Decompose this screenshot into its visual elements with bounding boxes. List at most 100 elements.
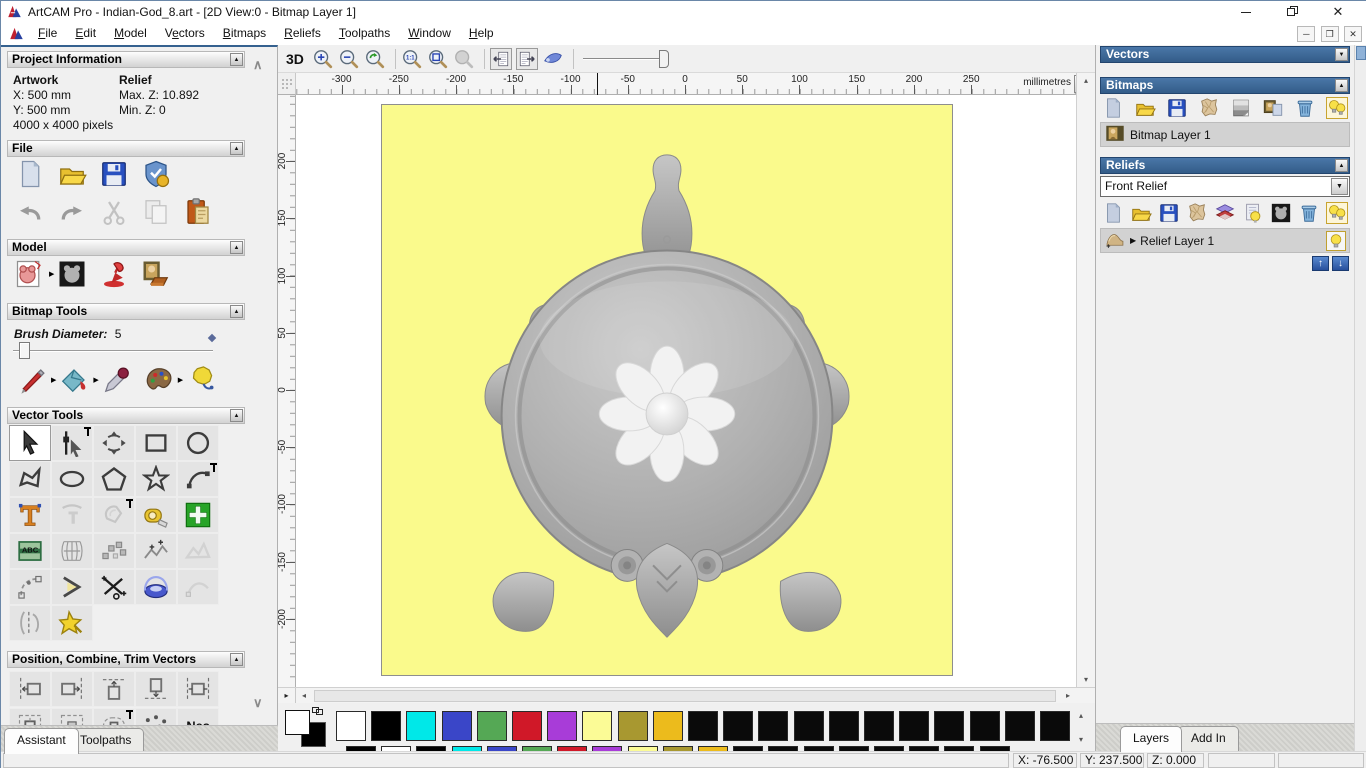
- join-vectors-tool[interactable]: [177, 533, 219, 569]
- reliefs-header[interactable]: Reliefs ▲: [1100, 157, 1350, 174]
- menu-reliefs[interactable]: Reliefs: [275, 23, 330, 44]
- align-left-tool[interactable]: [9, 671, 51, 707]
- envelope-distort-tool[interactable]: [51, 533, 93, 569]
- create-arc-tool[interactable]: [177, 461, 219, 497]
- undo-icon[interactable]: [15, 197, 45, 227]
- layer-stack-icon[interactable]: [1214, 202, 1236, 224]
- 2d-view-canvas[interactable]: [296, 95, 1077, 687]
- tab-layers[interactable]: Layers: [1120, 726, 1183, 752]
- align-top-tool[interactable]: [93, 671, 135, 707]
- menu-help[interactable]: Help: [460, 23, 503, 44]
- move-layer-up-button[interactable]: ↑: [1312, 256, 1329, 271]
- menu-file[interactable]: File: [29, 23, 66, 44]
- rollup-icon[interactable]: ▲: [230, 305, 243, 318]
- dropdown-arrow-icon[interactable]: ▼: [1331, 178, 1348, 195]
- rollup-icon[interactable]: ▲: [1335, 79, 1348, 92]
- zoom-objects-icon[interactable]: [427, 48, 449, 70]
- copy-icon[interactable]: [141, 197, 171, 227]
- section-vector-tools[interactable]: Vector Tools ▲: [7, 407, 245, 424]
- new-page-icon[interactable]: [1102, 97, 1124, 119]
- palette-swatch[interactable]: [476, 711, 507, 741]
- palette-swatch[interactable]: [864, 711, 894, 741]
- fillet-tool[interactable]: [135, 533, 177, 569]
- brush-slider-handle[interactable]: [19, 342, 30, 359]
- minimize-button[interactable]: [1229, 1, 1263, 23]
- page-prev-icon[interactable]: [489, 47, 512, 70]
- zoom-slider-handle[interactable]: [658, 49, 669, 68]
- align-centre-tool[interactable]: [177, 671, 219, 707]
- palette-swatch[interactable]: [828, 711, 859, 741]
- rollup-icon[interactable]: ▲: [230, 53, 243, 66]
- offset-vector-tool[interactable]: [93, 497, 135, 533]
- rollup-icon[interactable]: ▲: [230, 142, 243, 155]
- primary-secondary-colours[interactable]: [284, 707, 330, 749]
- layer-visibility-button[interactable]: [1326, 230, 1346, 251]
- close-button[interactable]: ✕: [1321, 1, 1355, 23]
- palette-swatch[interactable]: [1040, 711, 1070, 741]
- expand-icon[interactable]: ▼: [1335, 48, 1348, 61]
- section-bitmap-tools[interactable]: Bitmap Tools ▲: [7, 303, 245, 320]
- palette-swatch[interactable]: [652, 711, 683, 741]
- save-file-icon[interactable]: [1158, 202, 1180, 224]
- create-circle-tool[interactable]: [177, 425, 219, 461]
- palette-swatch[interactable]: [934, 711, 965, 741]
- paint-brush-icon[interactable]: [17, 365, 47, 395]
- palette-swatch[interactable]: [441, 711, 472, 741]
- create-polyline-tool[interactable]: [9, 461, 51, 497]
- palette-swatch[interactable]: [723, 711, 754, 741]
- zoom-out-icon[interactable]: [338, 48, 360, 70]
- palette-swatch[interactable]: [371, 711, 402, 741]
- palette-scroll-up-icon[interactable]: ▴: [1079, 711, 1083, 720]
- menu-edit[interactable]: Edit: [66, 23, 105, 44]
- bulb-page-icon[interactable]: [1242, 202, 1264, 224]
- palette-swatch[interactable]: [969, 711, 1000, 741]
- measure-tool[interactable]: [135, 497, 177, 533]
- menu-vectors[interactable]: Vectors: [156, 23, 214, 44]
- paste-vector-tool[interactable]: [177, 497, 219, 533]
- panel-scroll-up-icon[interactable]: ∧: [253, 57, 263, 73]
- reduce-colours-icon[interactable]: [186, 365, 216, 395]
- link-colours-icon[interactable]: [312, 707, 324, 716]
- align-right-tool[interactable]: [51, 671, 93, 707]
- wrap-text-tool[interactable]: [51, 497, 93, 533]
- palette-swatch[interactable]: [1004, 711, 1035, 741]
- spin-tool-tool[interactable]: [135, 569, 177, 605]
- cut-icon[interactable]: [99, 197, 129, 227]
- palette-icon[interactable]: [144, 365, 174, 395]
- restore-button[interactable]: [1275, 1, 1309, 23]
- menu-model[interactable]: Model: [105, 23, 156, 44]
- create-polygon-tool[interactable]: [93, 461, 135, 497]
- zoom-1to1-icon[interactable]: 1:1: [401, 48, 423, 70]
- primary-colour-swatch[interactable]: [285, 710, 310, 735]
- bulbs-icon[interactable]: [1326, 202, 1348, 224]
- new-file-icon[interactable]: [15, 159, 45, 189]
- flyout-arrow-icon[interactable]: ▶: [178, 376, 183, 384]
- hscroll-thumb[interactable]: [314, 690, 1056, 702]
- bitmaps-header[interactable]: Bitmaps ▲: [1100, 77, 1350, 94]
- create-text-tool[interactable]: [9, 497, 51, 533]
- palette-swatch[interactable]: [547, 711, 578, 741]
- zoom-last-icon[interactable]: [364, 48, 386, 70]
- vectors-header[interactable]: Vectors ▼: [1100, 46, 1350, 63]
- flyout-diamond-icon[interactable]: [207, 333, 217, 343]
- select-tool[interactable]: [9, 425, 51, 461]
- palette-swatch[interactable]: [617, 711, 648, 741]
- artwork-area[interactable]: [381, 104, 953, 676]
- menu-bitmaps[interactable]: Bitmaps: [214, 23, 275, 44]
- save-file-icon[interactable]: [1166, 97, 1188, 119]
- palette-swatch[interactable]: [758, 711, 789, 741]
- ruler-corner[interactable]: [278, 73, 296, 95]
- texture-relief-icon[interactable]: [141, 259, 171, 289]
- flyout-arrow-icon[interactable]: ▶: [93, 376, 98, 384]
- mdi-close-button[interactable]: ✕: [1344, 26, 1362, 42]
- free-curve-tool[interactable]: [177, 569, 219, 605]
- redo-icon[interactable]: [57, 197, 87, 227]
- create-ellipse-tool[interactable]: [51, 461, 93, 497]
- crumple-icon[interactable]: [1186, 202, 1208, 224]
- create-rectangle-tool[interactable]: [135, 425, 177, 461]
- crumple-icon[interactable]: [1198, 97, 1220, 119]
- trash-icon[interactable]: [1298, 202, 1320, 224]
- greyscale-model-icon[interactable]: [1270, 202, 1292, 224]
- model-wizard-icon[interactable]: [141, 159, 171, 189]
- paste-along-curve-tool[interactable]: [93, 533, 135, 569]
